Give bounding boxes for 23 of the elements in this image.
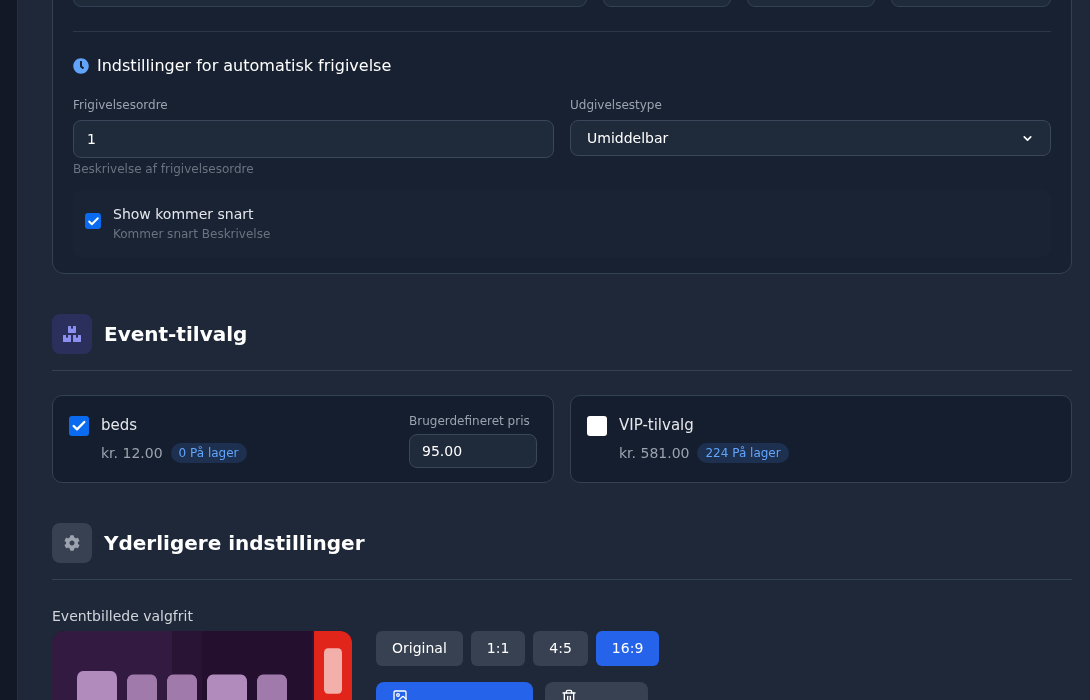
addon-price: kr. 12.00 [101, 443, 163, 463]
aspect-ratio-button[interactable]: 1:1 [470, 631, 526, 666]
addon-name: VIP-tilvalg [619, 415, 695, 436]
stock-badge: 0 På lager [170, 443, 247, 463]
addon-name: beds [101, 415, 139, 436]
addon-price: kr. 581.00 [619, 443, 690, 463]
aspect-ratio-button[interactable]: 4:5 [533, 631, 588, 666]
field-label: Frigivelsesordre [73, 97, 169, 114]
section-heading: Event-tilvalg [104, 321, 248, 348]
stock-badge: 224 På lager [697, 443, 789, 463]
help-text: Beskrivelse af frigivelsesordre [73, 161, 255, 178]
option-label: Show kommer snart [113, 205, 255, 224]
option-description: Kommer snart Beskrivelse [113, 226, 271, 243]
field-label: Brugerdefineret pris [409, 413, 531, 430]
section-heading: Yderligere indstillinger [104, 530, 365, 557]
aspect-ratio-button[interactable]: 16:9 [595, 631, 660, 666]
field-label: Eventbillede valgfrit [52, 607, 194, 626]
price-field[interactable]: 95.00 [409, 434, 537, 468]
field-label: Udgivelsestype [570, 97, 663, 114]
section-title: Indstillinger for automatisk frigivelse [97, 55, 392, 77]
select-field[interactable]: Umiddelbar [570, 120, 1051, 156]
aspect-ratio-button[interactable]: Original [376, 631, 463, 666]
input-field[interactable]: 1 [73, 120, 554, 158]
